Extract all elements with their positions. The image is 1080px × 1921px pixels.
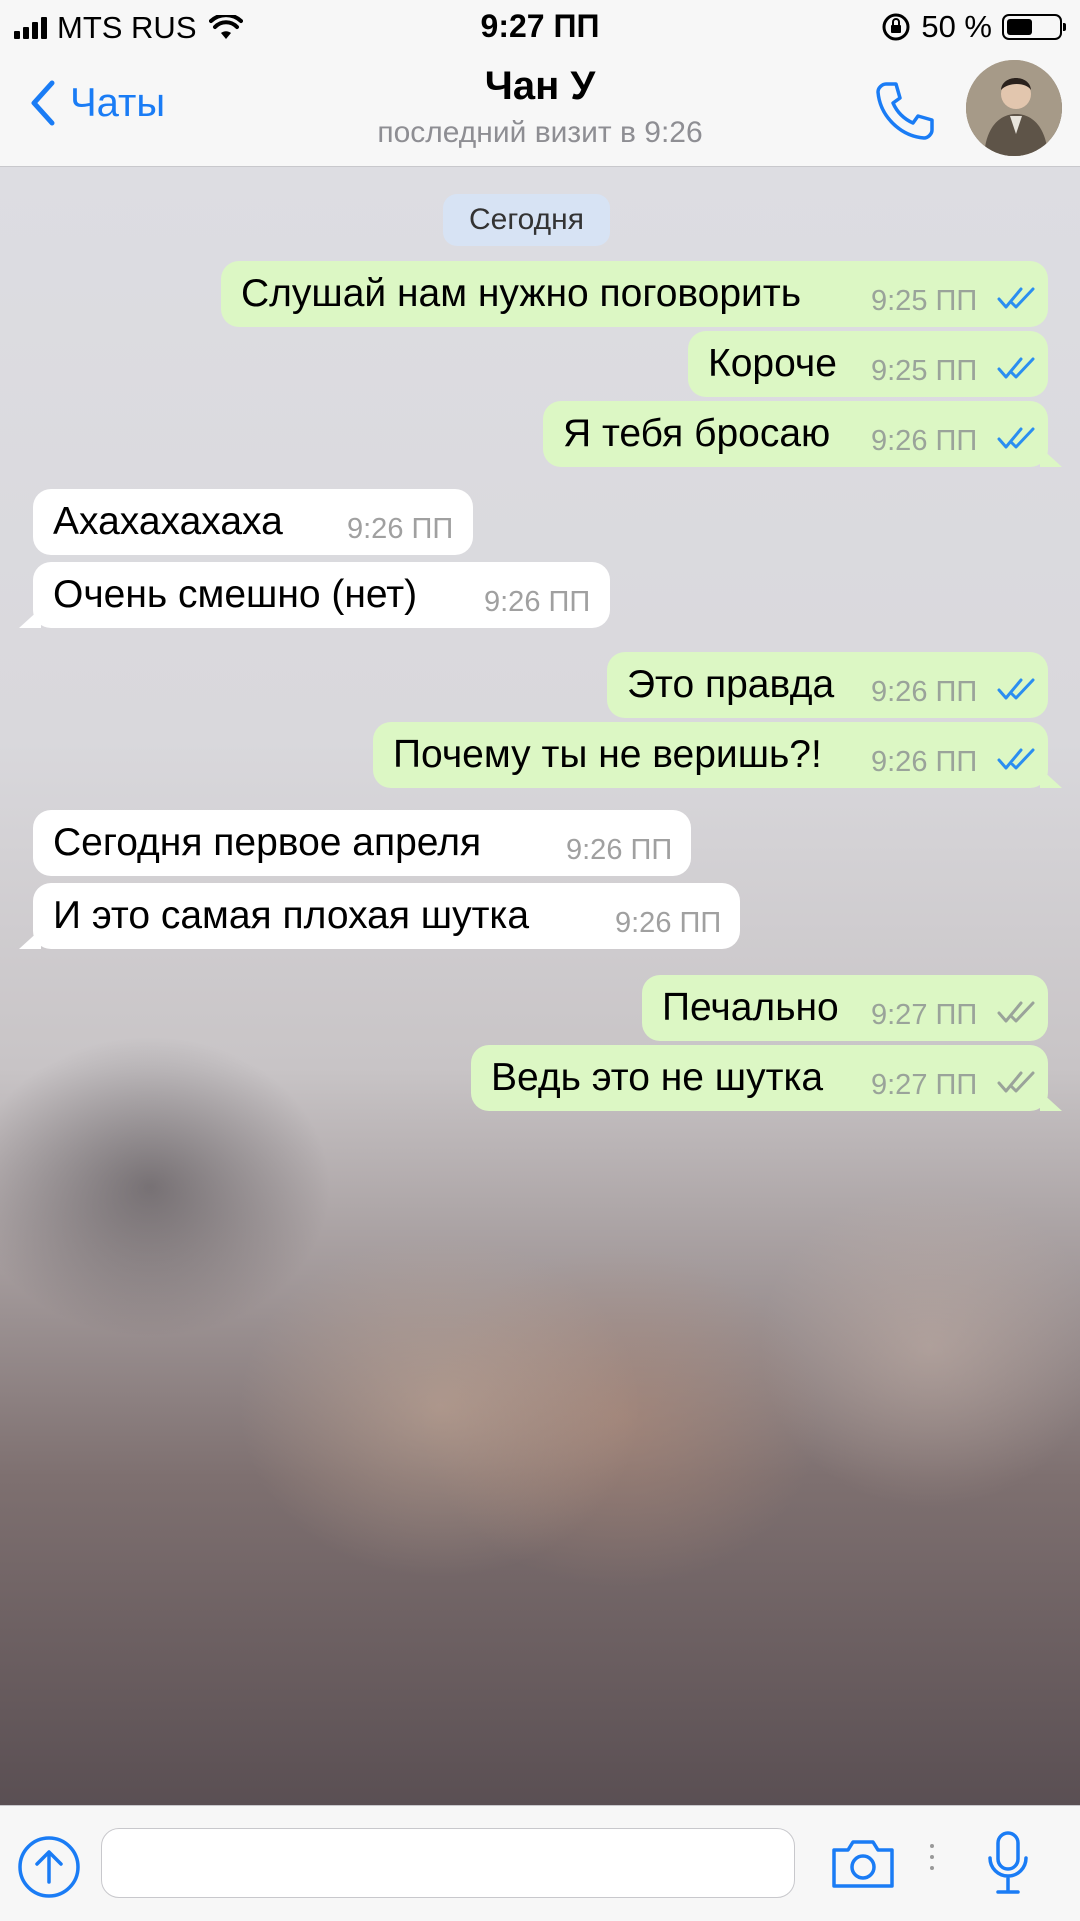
message-text: Ведь это не шутка (491, 1056, 824, 1099)
avatar[interactable] (966, 60, 1062, 156)
message-time: 9:25 ПП (871, 285, 978, 317)
message-bubble[interactable]: Ведь это не шутка 9:27 ПП (471, 1045, 1062, 1111)
message-text: Сегодня первое апреля (53, 821, 482, 864)
message-bubble[interactable]: Я тебя бросаю 9:26 ПП (543, 401, 1062, 467)
message-bubble[interactable]: Это правда 9:26 ПП (607, 652, 1048, 718)
message-text: Слушай нам нужно поговорить (241, 272, 802, 315)
double-check-icon (997, 287, 1035, 309)
avatar-image (966, 60, 1062, 156)
message-text: Ахахахахаха (53, 500, 283, 543)
message-bubble[interactable]: Короче 9:25 ПП (688, 331, 1048, 397)
message-time: 9:26 ПП (347, 513, 454, 545)
message-time: 9:26 ПП (871, 676, 978, 708)
message-bubble[interactable]: Печально 9:27 ПП (642, 975, 1048, 1041)
battery-fill (1007, 19, 1032, 35)
date-separator: Сегодня (443, 194, 610, 246)
double-check-icon (997, 1071, 1035, 1093)
double-check-icon (997, 678, 1035, 700)
battery-percent: 50 % (921, 9, 992, 44)
message-text: Я тебя бросаю (563, 412, 831, 455)
message-input-bar (0, 1805, 1080, 1921)
message-text: Очень смешно (нет) (53, 573, 418, 616)
double-check-icon (997, 1001, 1035, 1023)
bubble-tail (19, 929, 41, 949)
message-input[interactable] (101, 1828, 795, 1898)
double-check-icon (997, 748, 1035, 770)
message-bubble[interactable]: Ахахахахаха 9:26 ПП (33, 489, 473, 555)
rotation-lock-icon (882, 13, 910, 41)
message-text: Печально (662, 986, 839, 1029)
upload-arrow-icon[interactable] (16, 1834, 82, 1900)
bubble-tail (1040, 768, 1062, 788)
message-time: 9:26 ПП (615, 907, 722, 939)
message-text: Это правда (627, 663, 835, 706)
message-time: 9:25 ПП (871, 355, 978, 387)
double-check-icon (997, 357, 1035, 379)
message-time: 9:27 ПП (871, 1069, 978, 1101)
bubble-tail (1040, 1091, 1062, 1111)
separator-dots (930, 1844, 934, 1877)
message-text: Короче (708, 342, 837, 385)
message-text: И это самая плохая шутка (53, 894, 530, 937)
message-text: Почему ты не веришь?! (393, 733, 822, 776)
chat-area[interactable]: Сегодня Слушай нам нужно поговорить 9:25… (0, 167, 1080, 1805)
status-bar: MTS RUS 9:27 ПП 50 % (0, 0, 1080, 56)
battery-icon (1002, 14, 1066, 40)
message-bubble[interactable]: Слушай нам нужно поговорить 9:25 ПП (221, 261, 1048, 327)
message-time: 9:26 ПП (871, 746, 978, 778)
bubble-tail (19, 608, 41, 628)
microphone-icon[interactable] (985, 1830, 1031, 1896)
message-bubble[interactable]: И это самая плохая шутка 9:26 ПП (19, 883, 740, 949)
status-right: 50 % (881, 8, 1066, 46)
message-time: 9:26 ПП (871, 425, 978, 457)
double-check-icon (997, 427, 1035, 449)
message-time: 9:26 ПП (484, 586, 591, 618)
message-time: 9:26 ПП (566, 834, 673, 866)
message-bubble[interactable]: Почему ты не веришь?! 9:26 ПП (373, 722, 1062, 788)
bubble-tail (1040, 447, 1062, 467)
message-bubble[interactable]: Очень смешно (нет) 9:26 ПП (19, 562, 610, 628)
message-time: 9:27 ПП (871, 999, 978, 1031)
message-bubble[interactable]: Сегодня первое апреля 9:26 ПП (33, 810, 691, 876)
chat-header: Чаты Чан У последний визит в 9:26 (0, 56, 1080, 167)
phone-icon[interactable] (872, 78, 938, 144)
camera-icon[interactable] (830, 1836, 896, 1890)
